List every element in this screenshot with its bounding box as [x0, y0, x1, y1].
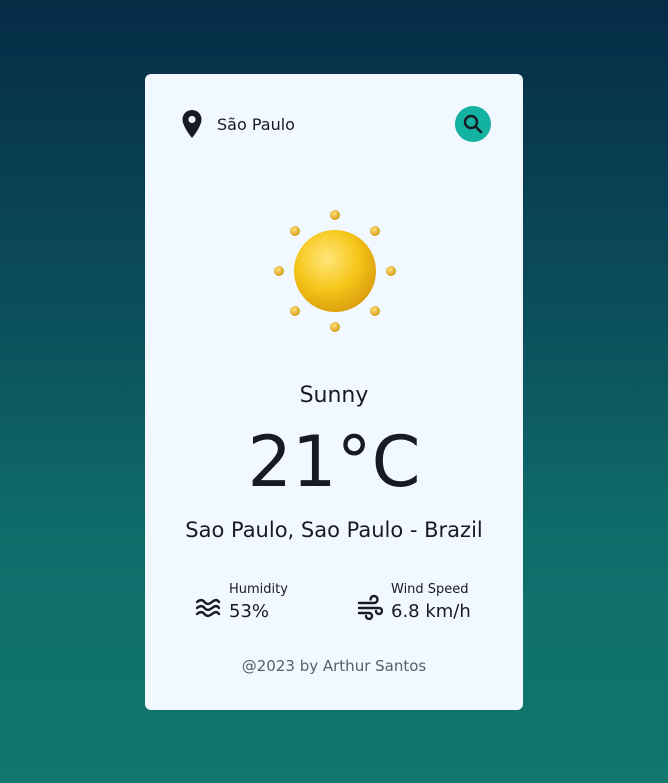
- location-name: São Paulo: [217, 114, 295, 134]
- map-pin-icon: [182, 110, 202, 138]
- wind-speed-label: Wind Speed: [391, 582, 469, 597]
- search-button[interactable]: [455, 106, 491, 142]
- location-full-name: Sao Paulo, Sao Paulo - Brazil: [185, 518, 483, 542]
- wind-icon: [357, 594, 383, 620]
- weather-condition: Sunny: [299, 383, 369, 408]
- footer-credit: @2023 by Arthur Santos: [241, 657, 427, 675]
- card-header: São Paulo: [179, 106, 491, 142]
- weather-stats: Humidity 53% Wind Speed 6.8 km/h: [195, 582, 483, 628]
- weather-card: São Paulo Sunny 21°C Sao Paulo, Sao Paul…: [145, 74, 523, 710]
- temperature: 21°C: [247, 421, 421, 503]
- humidity-label: Humidity: [229, 582, 288, 597]
- search-icon: [463, 114, 483, 134]
- weather-icon: [272, 208, 398, 334]
- location: São Paulo: [179, 109, 295, 139]
- wind-speed-value: 6.8 km/h: [391, 601, 471, 622]
- humidity-value: 53%: [229, 601, 270, 622]
- water-waves-icon: [195, 598, 221, 618]
- sun-icon: [274, 210, 396, 332]
- wind-speed-stat: Wind Speed 6.8 km/h: [357, 582, 471, 622]
- humidity-stat: Humidity 53%: [195, 582, 288, 622]
